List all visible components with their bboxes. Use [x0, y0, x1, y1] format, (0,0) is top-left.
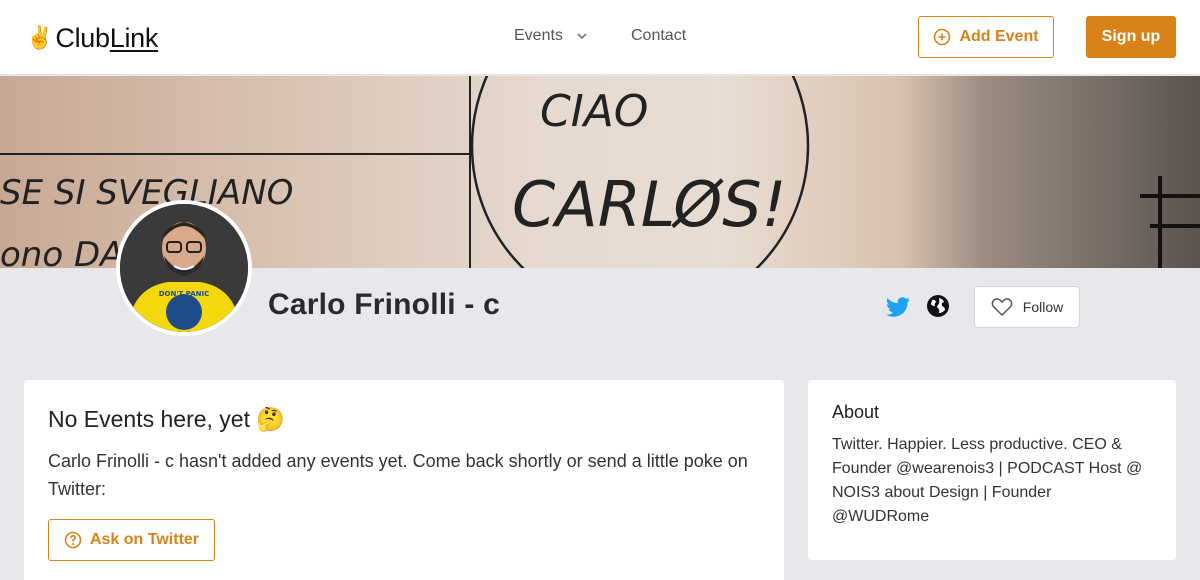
website-link[interactable] [926, 294, 950, 318]
events-card-message: Carlo Frinolli - c hasn't added any even… [48, 451, 748, 499]
plus-circle-icon [934, 28, 951, 46]
twitter-icon [885, 297, 910, 317]
twitter-link[interactable] [885, 294, 911, 320]
logo-link[interactable]: ✌ ClubLink [26, 22, 158, 54]
avatar: DON'T PANIC [116, 200, 252, 336]
logo-text: ClubLink [55, 23, 158, 54]
signup-button[interactable]: Sign up [1086, 16, 1176, 58]
cover-text-circle-2: CARLØS! [512, 168, 786, 241]
avatar-illustration: DON'T PANIC [120, 204, 248, 332]
logo-suffix: Link [109, 22, 159, 53]
top-navbar: ✌ ClubLink Events Contact Add Event Sign… [0, 0, 1200, 75]
events-dropdown[interactable]: Events [514, 27, 589, 45]
thinking-face-icon: 🤔 [256, 406, 286, 432]
cover-text-left: SE SI SVEGLIANO [0, 173, 293, 213]
events-label: Events [514, 27, 563, 44]
globe-icon [927, 295, 949, 317]
events-title-text: No Events here, yet [48, 406, 250, 432]
question-circle-icon [64, 531, 82, 549]
events-card: No Events here, yet 🤔 Carlo Frinolli - c… [24, 380, 784, 580]
profile-name: Carlo Frinolli - c [268, 288, 500, 321]
follow-button[interactable]: Follow [974, 286, 1080, 328]
avatar-photo: DON'T PANIC [120, 204, 248, 332]
events-card-title: No Events here, yet 🤔 [48, 406, 760, 433]
heart-icon [991, 298, 1013, 317]
about-card: About Twitter. Happier. Less productive.… [808, 380, 1176, 560]
about-bio: Twitter. Happier. Less productive. CEO &… [832, 436, 1143, 525]
chevron-down-icon [577, 33, 587, 40]
add-event-label: Add Event [959, 28, 1039, 45]
contact-link[interactable]: Contact [631, 27, 686, 45]
ask-on-twitter-button[interactable]: Ask on Twitter [48, 519, 215, 561]
logo-prefix: Club [55, 22, 110, 53]
cover-text-circle-1: CIAO [540, 86, 648, 137]
about-title: About [832, 402, 880, 422]
peace-hand-icon: ✌ [26, 25, 54, 50]
follow-label: Follow [1022, 299, 1064, 315]
avatar-shirt-text: DON'T PANIC [159, 290, 209, 298]
add-event-button[interactable]: Add Event [918, 16, 1054, 58]
ask-on-twitter-label: Ask on Twitter [89, 531, 200, 548]
